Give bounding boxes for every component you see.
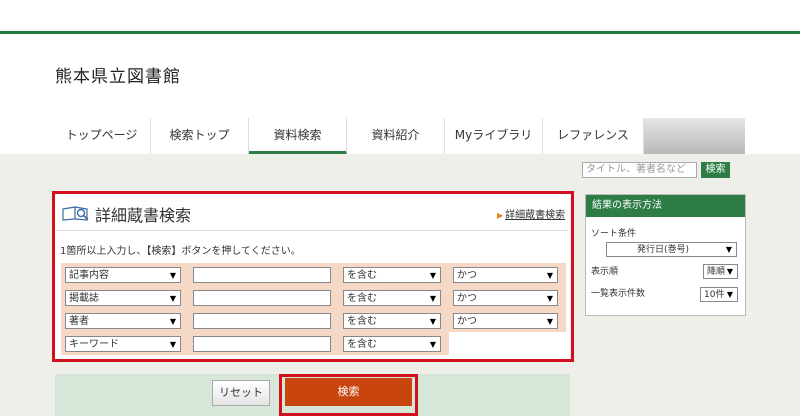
field-select-value: 著者 [69,316,89,327]
chevron-down-icon: ▼ [429,294,436,303]
field-select[interactable]: キーワード ▼ [65,336,181,352]
keyword-input[interactable] [193,336,331,352]
keyword-input[interactable] [193,313,331,329]
sort-label: ソート条件 [591,229,637,239]
keyword-input[interactable] [193,290,331,306]
chevron-down-icon: ▼ [546,317,553,326]
nav-material-search[interactable]: 資料検索 [249,118,347,154]
chevron-down-icon: ▼ [429,271,436,280]
chevron-down-icon: ▼ [169,317,176,326]
chevron-down-icon: ▼ [726,267,733,276]
search-button[interactable]: 検索 [285,378,412,406]
field-select-value: キーワード [69,339,119,350]
logic-select-value: かつ [457,316,477,327]
order-select-value: 降順 [707,267,726,277]
field-select[interactable]: 掲載誌 ▼ [65,290,181,306]
chevron-down-icon: ▼ [726,290,733,299]
display-options-title: 結果の表示方法 [586,195,745,217]
quick-search-button[interactable]: 検索 [701,162,730,178]
match-select[interactable]: を含む ▼ [343,313,441,329]
instruction-text: 1箇所以上入力し、【検索】ボタンを押してください。 [60,246,301,257]
reset-button[interactable]: リセット [212,380,270,406]
match-select[interactable]: を含む ▼ [343,336,441,352]
logic-select-value: かつ [457,270,477,281]
nav-material-intro[interactable]: 資料紹介 [347,118,445,154]
match-select-value: を含む [347,339,377,350]
match-select-value: を含む [347,270,377,281]
chevron-down-icon: ▼ [169,340,176,349]
order-label: 表示順 [591,267,619,277]
logic-select[interactable]: かつ ▼ [453,267,558,283]
nav-top-page[interactable]: トップページ [53,118,151,154]
nav-reference[interactable]: レファレンス [543,118,644,154]
chevron-down-icon: ▼ [169,271,176,280]
count-select-value: 10件 [704,290,725,300]
keyword-input[interactable] [193,267,331,283]
field-select-value: 掲載誌 [69,293,99,304]
match-select-value: を含む [347,316,377,327]
count-select[interactable]: 10件 ▼ [700,287,738,302]
nav-search-top[interactable]: 検索トップ [151,118,249,154]
chevron-down-icon: ▼ [725,245,732,254]
quick-search-input[interactable]: タイトル、著者名など [582,162,697,178]
logic-select[interactable]: かつ ▼ [453,290,558,306]
sort-select[interactable]: 発行日(巻号) ▼ [606,242,737,257]
match-select-value: を含む [347,293,377,304]
chevron-down-icon: ▼ [429,317,436,326]
chevron-down-icon: ▼ [546,271,553,280]
header-top-line [0,31,800,34]
chevron-down-icon: ▼ [546,294,553,303]
field-select[interactable]: 記事内容 ▼ [65,267,181,283]
sort-select-value: 発行日(巻号) [637,245,690,255]
chevron-down-icon: ▼ [169,294,176,303]
library-title[interactable]: 熊本県立図書館 [55,62,181,87]
logic-select-value: かつ [457,293,477,304]
match-select[interactable]: を含む ▼ [343,267,441,283]
field-select-value: 記事内容 [69,270,109,281]
count-label: 一覧表示件数 [591,289,646,299]
detailed-search-link-label: 詳細蔵書検索 [505,210,566,221]
open-book-search-icon [62,206,89,221]
logic-select[interactable]: かつ ▼ [453,313,558,329]
nav-my-library[interactable]: Myライブラリ [445,118,543,154]
main-nav: トップページ 検索トップ 資料検索 資料紹介 Myライブラリ レファレンス [53,118,745,154]
detailed-search-link[interactable]: ▶ 詳細蔵書検索 [497,206,565,221]
panel-title: 詳細蔵書検索 [95,206,192,225]
match-select[interactable]: を含む ▼ [343,290,441,306]
nav-filler [644,118,745,154]
chevron-down-icon: ▼ [429,340,436,349]
arrow-right-icon: ▶ [497,211,504,220]
panel-divider [56,230,568,231]
field-select[interactable]: 著者 ▼ [65,313,181,329]
order-select[interactable]: 降順 ▼ [703,264,738,279]
